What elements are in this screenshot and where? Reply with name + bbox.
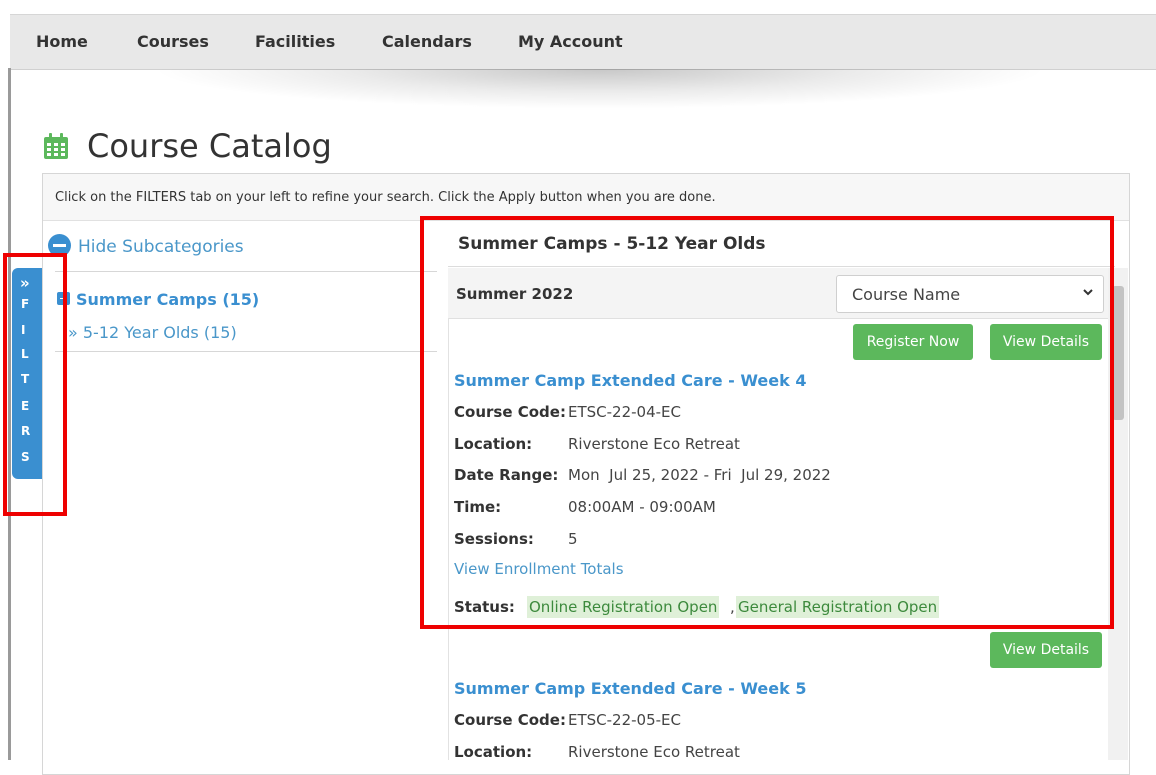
nav-home[interactable]: Home [36, 32, 88, 51]
course-code-label: Course Code: [454, 711, 566, 729]
nav-calendars[interactable]: Calendars [382, 32, 472, 51]
page-title: Course Catalog [87, 127, 332, 165]
highlight-box-course [420, 216, 1114, 629]
nav-facilities[interactable]: Facilities [255, 32, 335, 51]
calendar-icon [44, 133, 68, 159]
course-name-link[interactable]: Summer Camp Extended Care - Week 5 [454, 679, 806, 698]
instructions-text: Click on the FILTERS tab on your left to… [55, 190, 716, 205]
subcategory-5-12-year-olds[interactable]: » 5-12 Year Olds (15) [68, 323, 237, 342]
category-label: Summer Camps (15) [76, 290, 260, 309]
course-code-value: ETSC-22-05-EC [568, 711, 681, 729]
hide-subcategories-label: Hide Subcategories [78, 237, 244, 257]
divider [55, 351, 437, 352]
nav-courses[interactable]: Courses [137, 32, 209, 51]
location-label: Location: [454, 743, 533, 761]
nav-shadow [150, 69, 1050, 109]
location-value: Riverstone Eco Retreat [568, 743, 740, 761]
view-details-button[interactable]: View Details [990, 632, 1102, 668]
nav-my-account[interactable]: My Account [518, 32, 623, 51]
highlight-box-filters [3, 253, 67, 516]
instructions-bar: Click on the FILTERS tab on your left to… [43, 174, 1129, 221]
divider [55, 271, 437, 272]
top-nav: Home Courses Facilities Calendars My Acc… [10, 14, 1156, 70]
